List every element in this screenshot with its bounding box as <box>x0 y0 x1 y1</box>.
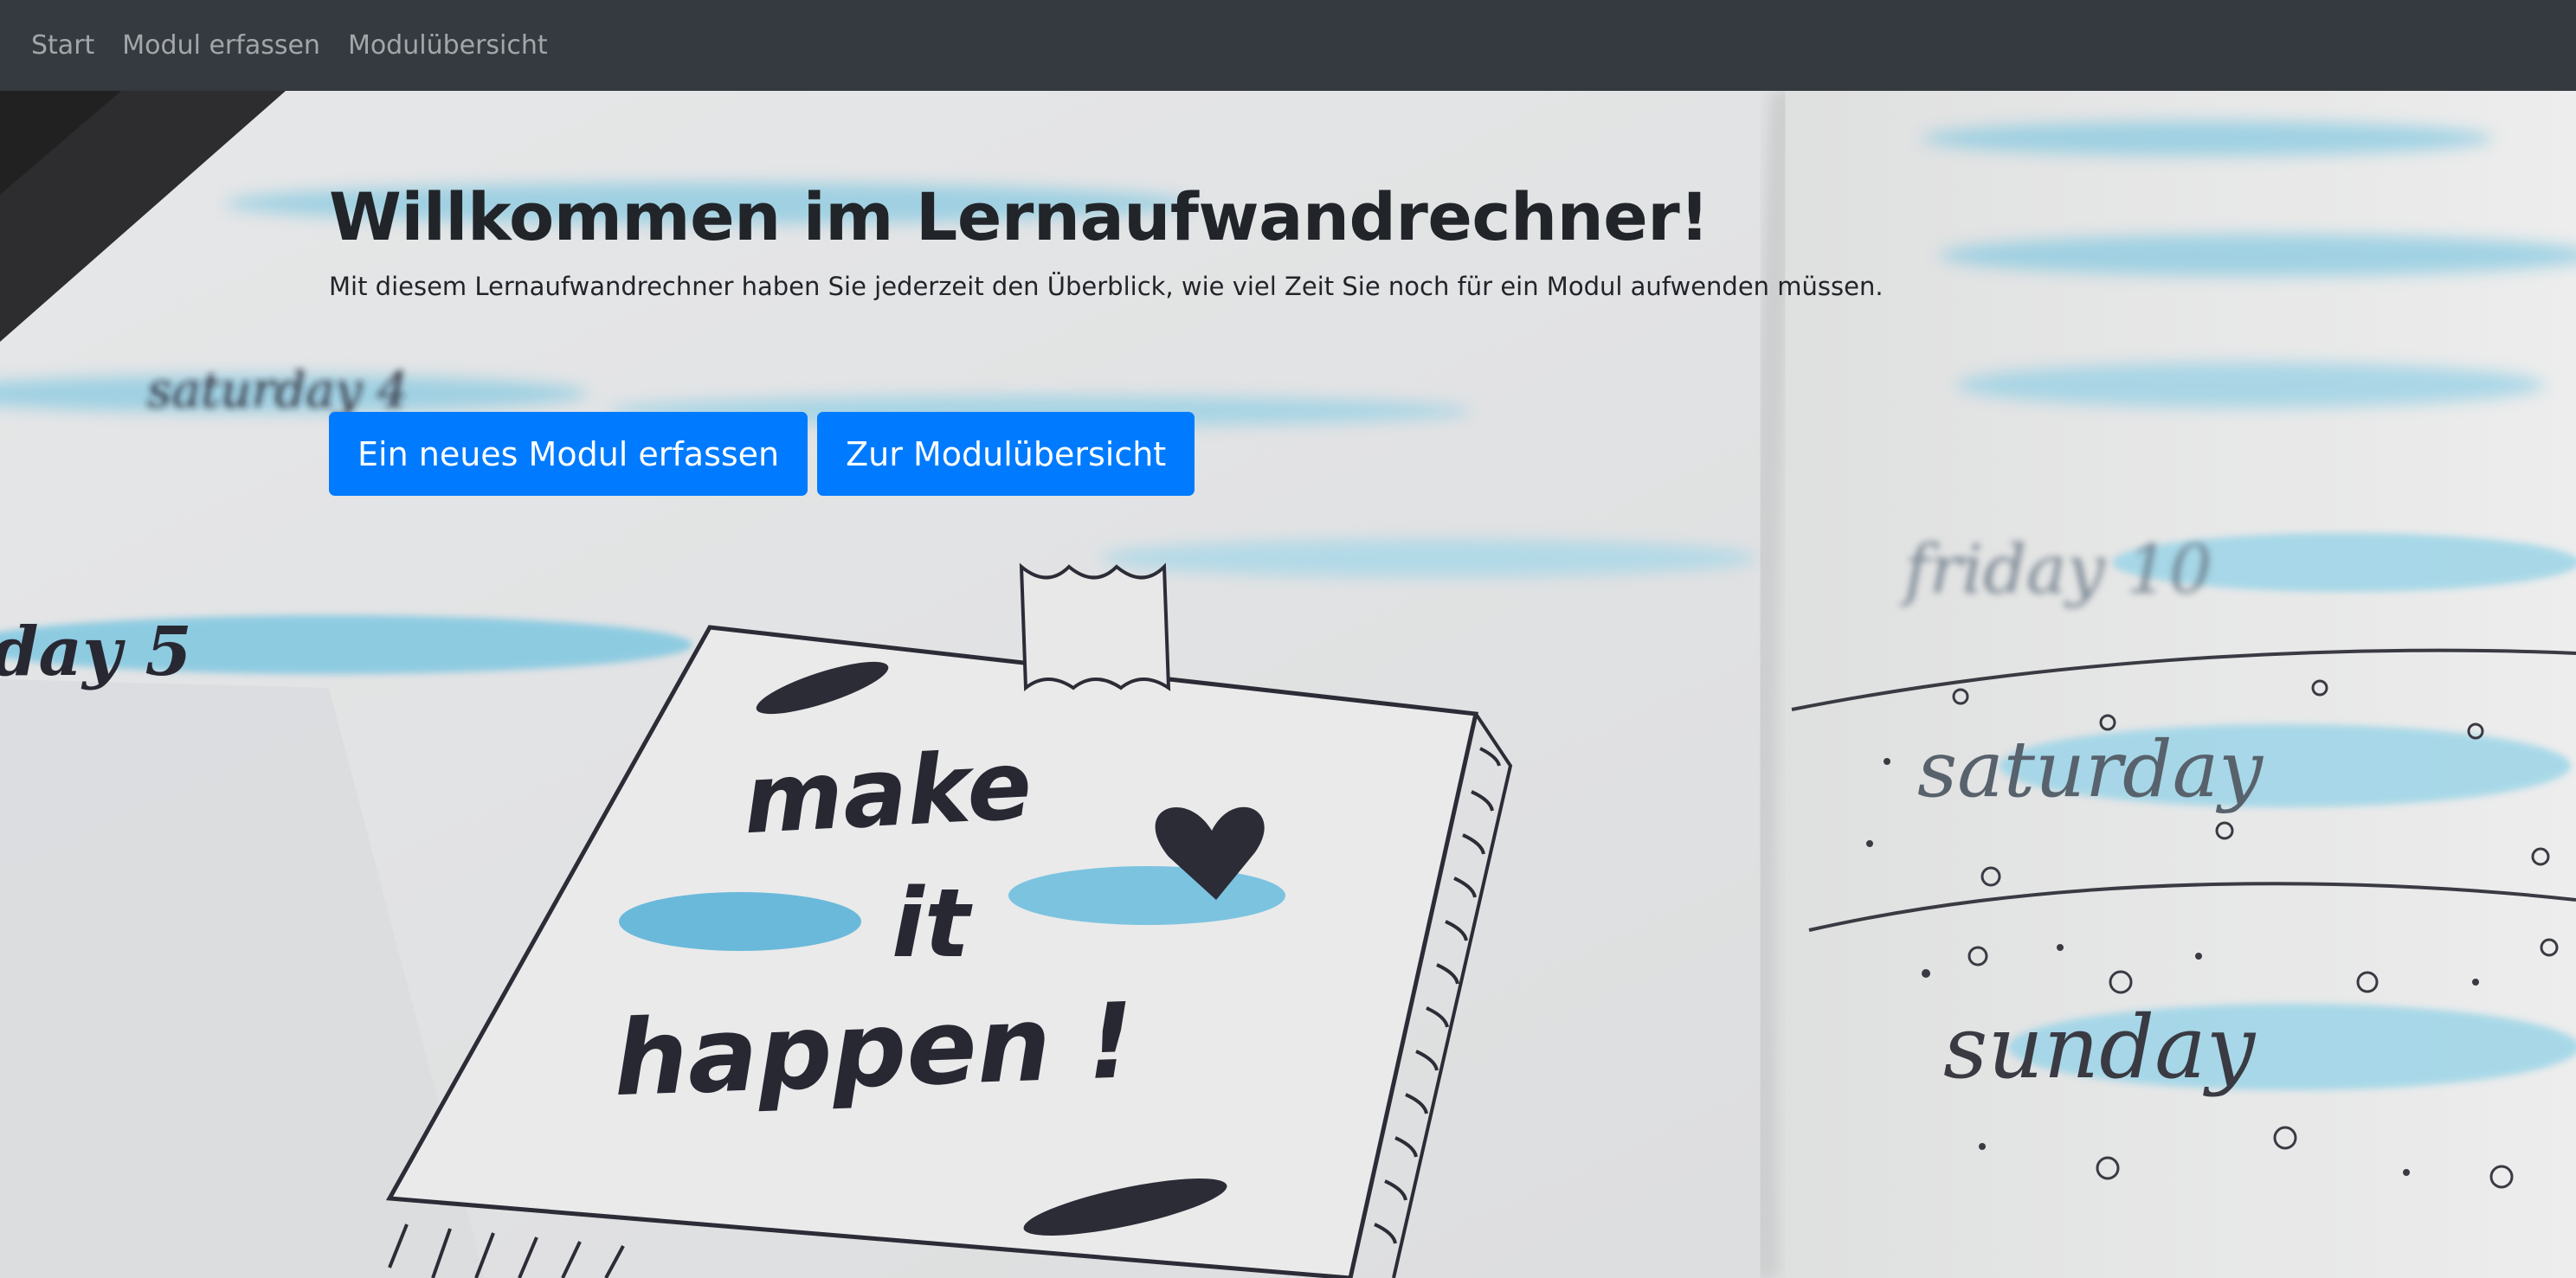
nav-link-start[interactable]: Start <box>31 30 94 61</box>
nav-link-modul-erfassen[interactable]: Modul erfassen <box>122 30 320 61</box>
hero-section: saturday 4 day 5 make it happen ! friday… <box>0 91 2576 1278</box>
top-navbar: Start Modul erfassen Modulübersicht <box>0 0 2576 91</box>
nav-link-moduluebersicht[interactable]: Modulübersicht <box>348 30 548 61</box>
jumbotron: Willkommen im Lernaufwandrechner! Mit di… <box>329 177 1884 497</box>
module-overview-button[interactable]: Zur Modulübersicht <box>817 412 1195 497</box>
lead-text: Mit diesem Lernaufwandrechner haben Sie … <box>329 272 1884 302</box>
button-group: Ein neues Modul erfassen Zur Modulübersi… <box>329 412 1884 497</box>
new-module-button[interactable]: Ein neues Modul erfassen <box>329 412 808 497</box>
page-title: Willkommen im Lernaufwandrechner! <box>329 178 1710 255</box>
